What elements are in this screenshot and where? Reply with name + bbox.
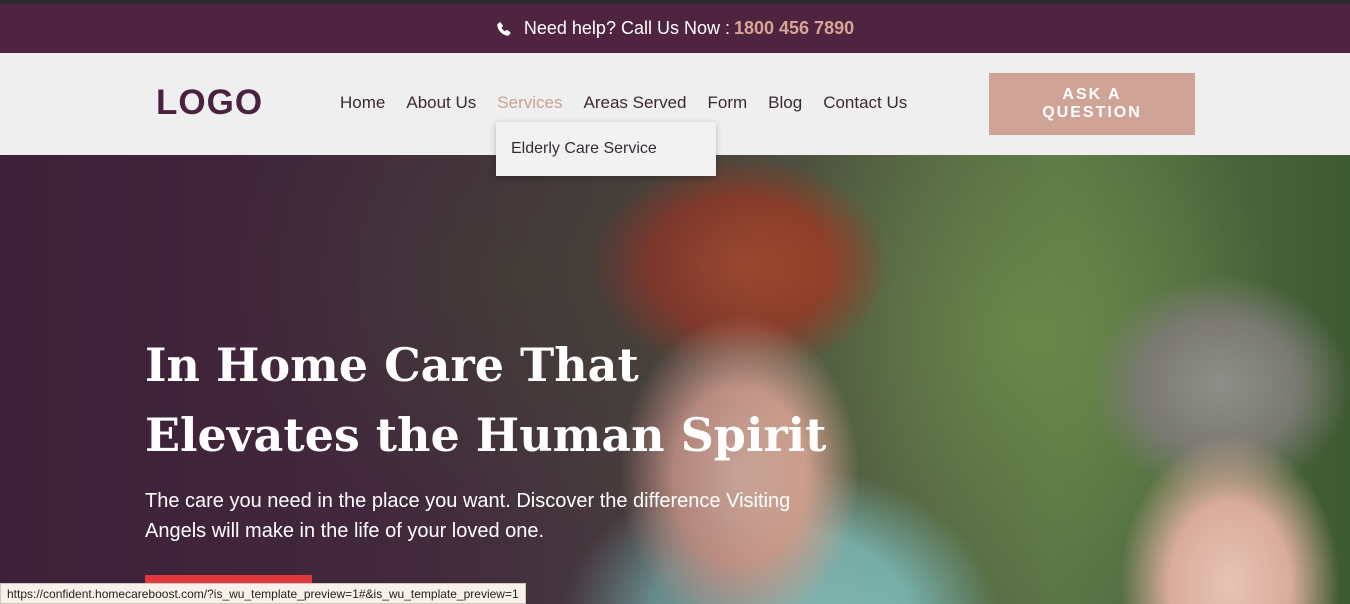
nav-item-areas-served[interactable]: Areas Served bbox=[583, 93, 686, 113]
help-bar: Need help? Call Us Now : 1800 456 7890 bbox=[0, 4, 1350, 53]
main-nav: Home About Us Services Areas Served Form… bbox=[340, 93, 928, 113]
nav-item-home[interactable]: Home bbox=[340, 93, 385, 113]
services-dropdown: Elderly Care Service bbox=[496, 122, 716, 176]
nav-item-contact-us[interactable]: Contact Us bbox=[823, 93, 907, 113]
site-logo[interactable]: LOGO bbox=[156, 83, 263, 123]
hero-title-line-2: Elevates the Human Spirit bbox=[145, 408, 827, 462]
help-phone-number[interactable]: 1800 456 7890 bbox=[734, 18, 854, 39]
hero-title-line-1: In Home Care That bbox=[145, 338, 639, 392]
nav-item-form[interactable]: Form bbox=[707, 93, 747, 113]
hero-subtitle: The care you need in the place you want.… bbox=[145, 490, 791, 542]
dropdown-item-elderly-care[interactable]: Elderly Care Service bbox=[511, 140, 657, 158]
ask-question-button[interactable]: ASK A QUESTION bbox=[989, 73, 1195, 135]
status-bar-url: https://confident.homecareboost.com/?is_… bbox=[0, 583, 526, 604]
nav-item-services[interactable]: Services bbox=[497, 93, 562, 113]
nav-item-blog[interactable]: Blog bbox=[768, 93, 802, 113]
phone-icon bbox=[496, 21, 512, 37]
help-text: Need help? Call Us Now : bbox=[523, 18, 730, 38]
hero-title: In Home Care That Elevates the Human Spi… bbox=[145, 330, 845, 470]
nav-item-about-us[interactable]: About Us bbox=[406, 93, 476, 113]
hero-section: In Home Care That Elevates the Human Spi… bbox=[0, 155, 1350, 604]
